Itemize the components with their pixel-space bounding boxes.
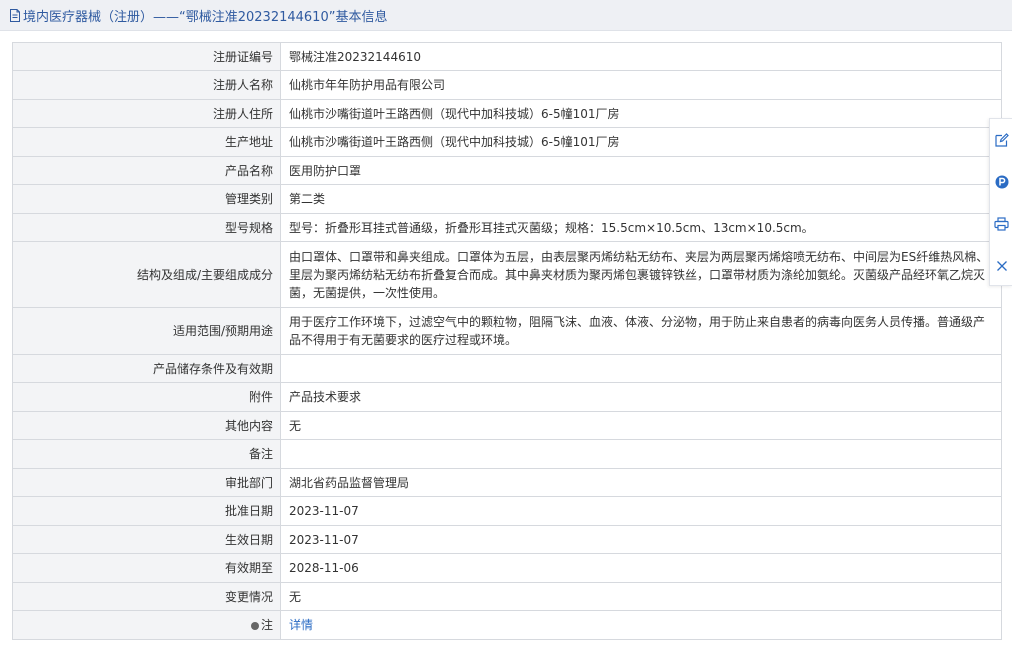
row-label: 生效日期 [12, 525, 281, 554]
table-row: 产品名称 医用防护口罩 [12, 156, 1002, 185]
row-label: 附件 [12, 382, 281, 412]
p-badge-icon[interactable] [990, 161, 1012, 203]
info-table: 注册证编号 鄂械注准20232144610 注册人名称 仙桃市年年防护用品有限公… [12, 42, 1002, 640]
row-value: 2023-11-07 [280, 496, 1002, 526]
row-value: 详情 [280, 610, 1002, 640]
table-row: 结构及组成/主要组成成分 由口罩体、口罩带和鼻夹组成。口罩体为五层，由表层聚丙烯… [12, 241, 1002, 308]
side-toolbar [989, 118, 1012, 286]
row-label: 其他内容 [12, 411, 281, 440]
table-row: 型号规格 型号：折叠形耳挂式普通级，折叠形耳挂式灭菌级；规格：15.5cm×10… [12, 213, 1002, 242]
table-row: 批准日期 2023-11-07 [12, 496, 1002, 526]
table-row: 有效期至 2028-11-06 [12, 553, 1002, 583]
page-header: 境内医疗器械（注册）——“鄂械注准20232144610”基本信息 [0, 0, 1012, 31]
row-value: 第二类 [280, 184, 1002, 214]
note-label: 注 [260, 618, 273, 632]
row-value: 2028-11-06 [280, 553, 1002, 583]
table-row: 其他内容 无 [12, 411, 1002, 440]
row-label: 批准日期 [12, 496, 281, 526]
row-label: 变更情况 [12, 582, 281, 611]
row-value: 仙桃市沙嘴街道叶王路西侧（现代中加科技城）6-5幢101厂房 [280, 127, 1002, 157]
row-value: 型号：折叠形耳挂式普通级，折叠形耳挂式灭菌级；规格：15.5cm×10.5cm、… [280, 213, 1002, 242]
row-value: 由口罩体、口罩带和鼻夹组成。口罩体为五层，由表层聚丙烯纺粘无纺布、夹层为两层聚丙… [280, 241, 1002, 308]
table-row: 审批部门 湖北省药品监督管理局 [12, 468, 1002, 497]
table-row: 适用范围/预期用途 用于医疗工作环境下，过滤空气中的颗粒物，阻隔飞沫、血液、体液… [12, 307, 1002, 355]
document-icon [9, 8, 21, 22]
table-row: 变更情况 无 [12, 582, 1002, 611]
table-row: 注册人名称 仙桃市年年防护用品有限公司 [12, 70, 1002, 100]
note-dot-icon [250, 621, 259, 630]
edit-icon[interactable] [990, 119, 1012, 161]
row-label: 有效期至 [12, 553, 281, 583]
row-label: 注册人名称 [12, 70, 281, 100]
row-value: 湖北省药品监督管理局 [280, 468, 1002, 497]
row-value: 无 [280, 582, 1002, 611]
table-row: 管理类别 第二类 [12, 184, 1002, 214]
row-label: 注册人住所 [12, 99, 281, 128]
print-icon[interactable] [990, 203, 1012, 245]
table-row: 产品储存条件及有效期 [12, 354, 1002, 383]
row-label: 审批部门 [12, 468, 281, 497]
row-value: 无 [280, 411, 1002, 440]
row-label: 管理类别 [12, 184, 281, 214]
row-value: 仙桃市年年防护用品有限公司 [280, 70, 1002, 100]
table-row: 生产地址 仙桃市沙嘴街道叶王路西侧（现代中加科技城）6-5幢101厂房 [12, 127, 1002, 157]
detail-link[interactable]: 详情 [289, 618, 313, 632]
row-value [280, 354, 1002, 383]
row-label: 型号规格 [12, 213, 281, 242]
row-label: 注册证编号 [12, 42, 281, 71]
table-row: 注册证编号 鄂械注准20232144610 [12, 42, 1002, 71]
row-value: 仙桃市沙嘴街道叶王路西侧（现代中加科技城）6-5幢101厂房 [280, 99, 1002, 128]
close-icon[interactable] [990, 245, 1012, 287]
row-label: 产品名称 [12, 156, 281, 185]
row-label-note: 注 [12, 610, 281, 640]
table-row: 附件 产品技术要求 [12, 382, 1002, 412]
row-label: 生产地址 [12, 127, 281, 157]
row-value: 产品技术要求 [280, 382, 1002, 412]
row-label: 适用范围/预期用途 [12, 307, 281, 355]
table-row: 注册人住所 仙桃市沙嘴街道叶王路西侧（现代中加科技城）6-5幢101厂房 [12, 99, 1002, 128]
row-value [280, 439, 1002, 469]
table-row: 备注 [12, 439, 1002, 469]
row-label: 结构及组成/主要组成成分 [12, 241, 281, 308]
row-label: 备注 [12, 439, 281, 469]
row-value: 医用防护口罩 [280, 156, 1002, 185]
row-label: 产品储存条件及有效期 [12, 354, 281, 383]
table-row: 注 详情 [12, 610, 1002, 640]
page-title: 境内医疗器械（注册）——“鄂械注准20232144610”基本信息 [23, 9, 388, 25]
row-value: 2023-11-07 [280, 525, 1002, 554]
row-value: 用于医疗工作环境下，过滤空气中的颗粒物，阻隔飞沫、血液、体液、分泌物，用于防止来… [280, 307, 1002, 355]
row-value: 鄂械注准20232144610 [280, 42, 1002, 71]
table-row: 生效日期 2023-11-07 [12, 525, 1002, 554]
